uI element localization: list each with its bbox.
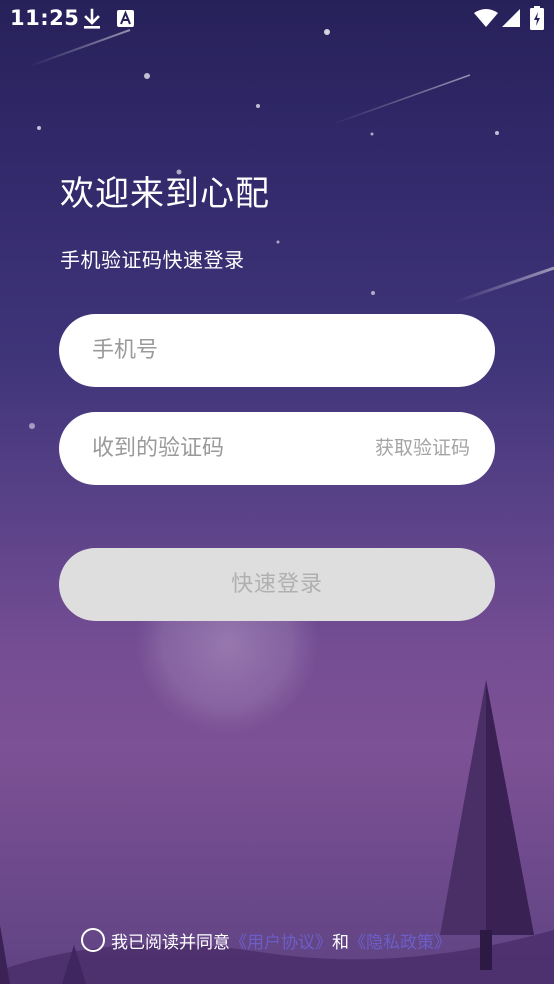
signal-icon	[502, 9, 520, 27]
phone-field	[59, 314, 495, 387]
wifi-icon	[474, 9, 498, 27]
status-bar: 11:25	[0, 0, 554, 38]
page-subtitle: 手机验证码快速登录	[60, 248, 245, 272]
star	[276, 240, 280, 244]
privacy-policy-link[interactable]: 《隐私政策》	[349, 928, 451, 953]
tree	[0, 925, 10, 984]
battery-charging-icon	[530, 6, 544, 30]
get-code-button[interactable]: 获取验证码	[375, 412, 470, 485]
star	[495, 131, 499, 135]
star	[371, 291, 375, 295]
download-icon	[84, 8, 100, 29]
phone-input[interactable]	[92, 314, 472, 387]
star	[37, 126, 41, 130]
agree-checkbox[interactable]	[81, 928, 105, 952]
status-time: 11:25	[10, 6, 80, 30]
quick-login-button[interactable]: 快速登录	[59, 548, 495, 621]
tree	[486, 680, 534, 935]
star	[370, 132, 374, 136]
star	[256, 104, 260, 108]
tree-trunk	[480, 930, 492, 970]
page-title: 欢迎来到心配	[60, 174, 270, 214]
meteor	[454, 266, 554, 304]
tree	[440, 680, 534, 935]
user-agreement-link[interactable]: 《用户协议》	[230, 928, 332, 953]
star	[144, 73, 150, 79]
agreement-prefix: 我已阅读并同意	[111, 932, 230, 953]
meteor	[329, 74, 471, 126]
code-field: 获取验证码	[59, 412, 495, 485]
star	[29, 423, 35, 429]
text-a-icon	[117, 10, 134, 27]
agreement-conjunction: 和	[332, 932, 349, 953]
login-screen: 11:25 欢迎来到心配 手机验证码快速登录 获取验证码 快速登录	[0, 0, 554, 984]
night-sky-background	[0, 29, 554, 984]
agreement-row: 我已阅读并同意 《用户协议》 和 《隐私政策》	[81, 927, 451, 953]
verification-code-input[interactable]	[92, 412, 342, 485]
